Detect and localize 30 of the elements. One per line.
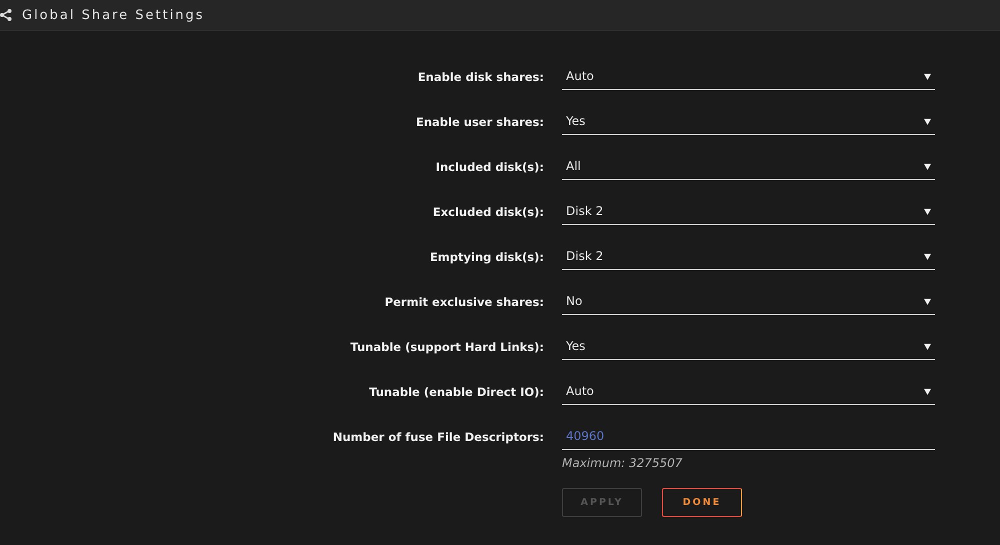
dropdown[interactable]: Disk 2 — [562, 198, 935, 225]
field-label: Permit exclusive shares: — [384, 294, 544, 309]
field-label: Enable disk shares: — [418, 69, 544, 84]
field-label: Included disk(s): — [436, 159, 544, 174]
input-field[interactable]: 40960 — [562, 423, 935, 450]
field-label: Tunable (enable Direct IO): — [369, 384, 544, 399]
dropdown[interactable]: Auto — [562, 63, 935, 90]
field-label: Emptying disk(s): — [430, 249, 544, 264]
dropdown[interactable]: Yes — [562, 108, 935, 135]
field-label: Excluded disk(s): — [432, 204, 544, 219]
dropdown[interactable]: All — [562, 153, 935, 180]
dropdown[interactable]: Disk 2 — [562, 243, 935, 270]
caret-icon — [924, 342, 931, 350]
share-icon — [0, 9, 12, 21]
page-title: Global Share Settings — [22, 8, 205, 22]
dropdown[interactable]: Yes — [562, 333, 935, 360]
caret-icon — [924, 388, 931, 394]
caret-icon — [924, 118, 931, 124]
caret-icon — [924, 162, 931, 170]
dropdown[interactable]: No — [562, 288, 935, 315]
field-label: Enable user shares: — [416, 114, 544, 129]
caret-icon — [924, 208, 931, 214]
hint-text: Maximum: 3275507 — [562, 456, 684, 470]
field-label: Number of fuse File Descriptors: — [332, 429, 544, 444]
caret-icon — [924, 252, 931, 260]
field-label: Tunable (support Hard Links): — [350, 339, 544, 354]
caret-icon — [924, 72, 931, 80]
caret-icon — [924, 298, 931, 304]
button[interactable]: DONE — [662, 488, 742, 517]
dropdown[interactable]: Auto — [562, 378, 935, 405]
